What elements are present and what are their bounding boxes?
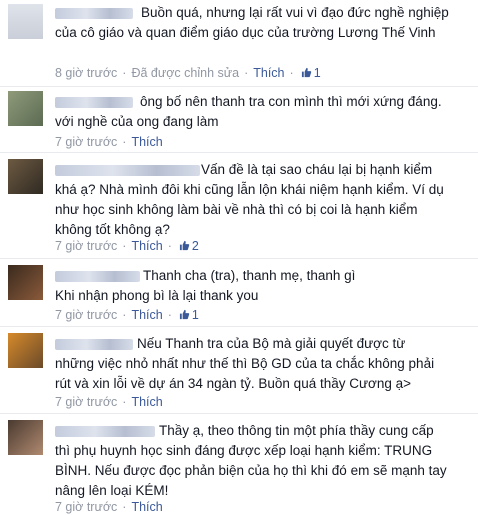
comment-text: Vấn đề là tại sao cháu lại bị hạnh kiểm … [55,162,444,237]
comment-item: Thầy ạ, theo thông tin một phía thầy cun… [0,414,478,515]
avatar[interactable] [8,91,43,126]
separator: · [122,500,127,514]
timestamp[interactable]: 7 giờ trước [55,395,117,409]
timestamp[interactable]: 7 giờ trước [55,308,117,322]
separator: · [167,308,172,322]
avatar[interactable] [8,265,43,300]
timestamp[interactable]: 7 giờ trước [55,135,117,149]
like-button[interactable]: Thích [131,500,162,514]
timestamp[interactable]: 8 giờ trước [55,66,117,80]
timestamp[interactable]: 7 giờ trước [55,500,117,514]
timestamp[interactable]: 7 giờ trước [55,239,117,253]
avatar[interactable] [8,420,43,455]
separator: · [122,135,127,149]
separator: · [167,239,172,253]
comment-item: Nếu Thanh tra của Bộ mà giải quyết được … [0,327,478,414]
comment-item: Vấn đề là tại sao cháu lại bị hạnh kiểm … [0,153,478,259]
comment-meta: 7 giờ trước · Thích [55,500,163,514]
thumbs-up-icon[interactable] [179,240,190,251]
avatar[interactable] [8,4,43,39]
separator: · [122,395,127,409]
comment-meta: 7 giờ trước · Thích [55,395,163,409]
comment-meta: 8 giờ trước · Đã được chỉnh sửa · Thích · 1 [55,66,321,80]
like-button[interactable]: Thích [131,135,162,149]
comment-item: Thanh cha (tra), thanh mẹ, thanh gì Khi … [0,259,478,327]
separator: · [122,66,127,80]
thumbs-up-icon[interactable] [301,67,312,78]
separator: · [244,66,249,80]
avatar[interactable] [8,333,43,368]
comment-text: Buồn quá, nhưng lại rất vui vì đạo đức n… [55,5,449,40]
comment-item: Buồn quá, nhưng lại rất vui vì đạo đức n… [0,0,478,87]
like-count[interactable]: 1 [314,66,321,80]
comment-text: ông bố nên thanh tra con mình thì mới xứ… [55,94,442,129]
like-button[interactable]: Thích [131,395,162,409]
avatar[interactable] [8,159,43,194]
separator: · [122,308,127,322]
edited-label[interactable]: Đã được chỉnh sửa [131,66,239,80]
comment-text: Nếu Thanh tra của Bộ mà giải quyết được … [55,336,435,391]
comment-text: Thanh cha (tra), thanh mẹ, thanh gì Khi … [55,268,356,303]
comment-meta: 7 giờ trước · Thích [55,135,163,149]
like-count[interactable]: 1 [192,308,199,322]
comment-meta: 7 giờ trước · Thích · 1 [55,308,199,322]
comment-text: Thầy ạ, theo thông tin một phía thầy cun… [55,423,447,498]
like-button[interactable]: Thích [131,308,162,322]
thumbs-up-icon[interactable] [179,309,190,320]
like-button[interactable]: Thích [131,239,162,253]
like-button[interactable]: Thích [253,66,284,80]
like-count[interactable]: 2 [192,239,199,253]
separator: · [289,66,294,80]
comment-meta: 7 giờ trước · Thích · 2 [55,239,199,253]
comment-item: ông bố nên thanh tra con mình thì mới xứ… [0,87,478,153]
separator: · [122,239,127,253]
